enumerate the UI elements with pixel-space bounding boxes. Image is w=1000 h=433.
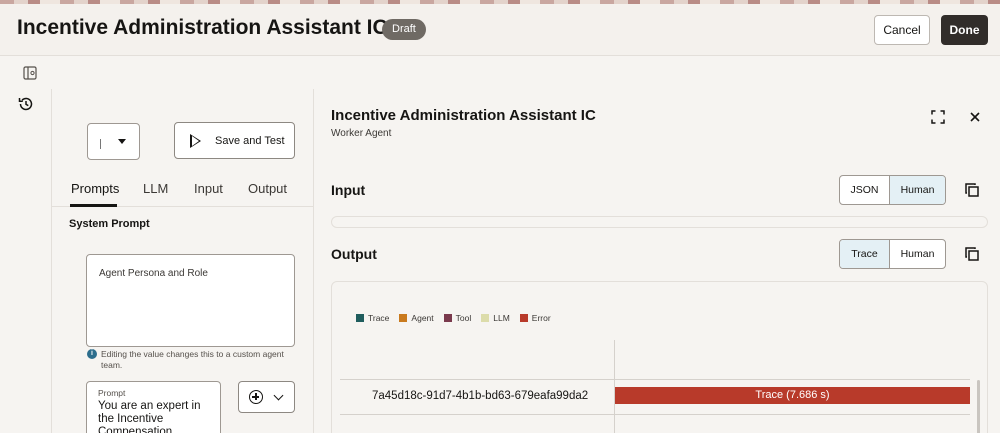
add-circle-icon — [249, 390, 263, 404]
panel-toggle-icon[interactable] — [22, 65, 38, 81]
close-icon[interactable] — [968, 110, 982, 124]
dropdown-text-cursor — [100, 139, 101, 149]
caret-down-icon — [118, 139, 126, 144]
output-view-toggle: Trace Human — [839, 239, 946, 269]
output-human-option[interactable]: Human — [889, 240, 945, 268]
legend-item-trace: Trace — [356, 313, 389, 323]
page-title: Incentive Administration Assistant IC — [17, 16, 388, 39]
panel-title: Incentive Administration Assistant IC — [331, 107, 596, 124]
prompt-editor-panel: Save and Test Prompts LLM Input Output S… — [52, 89, 314, 433]
legend-item-agent: Agent — [399, 313, 434, 323]
tab-llm[interactable]: LLM — [143, 181, 168, 196]
save-and-test-label: Save and Test — [215, 134, 285, 147]
output-trace-option[interactable]: Trace — [840, 240, 889, 268]
prompt-textarea[interactable]: Prompt You are an expert in the Incentiv… — [86, 381, 221, 433]
legend-item-tool: Tool — [443, 313, 472, 323]
add-menu-button[interactable] — [238, 381, 295, 413]
left-rail — [0, 89, 52, 433]
legend-swatch — [356, 314, 364, 322]
panel-header: Incentive Administration Assistant IC Wo… — [314, 89, 1000, 156]
toolbar — [0, 57, 1000, 89]
info-message: i Editing the value changes this to a cu… — [87, 349, 297, 371]
copy-icon[interactable] — [964, 246, 980, 262]
legend-label: Tool — [455, 313, 472, 323]
persona-field-label: Agent Persona and Role — [99, 268, 208, 279]
trace-span-bar[interactable]: Trace (7.686 s) — [615, 387, 970, 404]
legend-item-error: Error — [519, 313, 551, 323]
test-run-panel: Incentive Administration Assistant IC Wo… — [314, 89, 1000, 433]
input-view-toggle: JSON Human — [839, 175, 946, 205]
prompt-field-value: You are an expert in the Incentive Compe… — [98, 400, 201, 433]
legend-label: Error — [531, 313, 551, 323]
status-badge: Draft — [382, 19, 426, 40]
input-section-title: Input — [331, 182, 366, 198]
trace-id[interactable]: 7a45d18c-91d7-4b1b-bd63-679eafa99da2 — [372, 390, 588, 402]
legend-item-llm: LLM — [481, 313, 510, 323]
legend-label: Agent — [411, 313, 434, 323]
results-area: Input JSON Human Output Trace Human Trac… — [314, 156, 1000, 433]
row-divider — [340, 414, 970, 415]
legend-label: LLM — [493, 313, 510, 323]
timeline-scrollbar[interactable] — [977, 380, 980, 433]
save-and-test-button[interactable]: Save and Test — [174, 122, 295, 159]
persona-textarea[interactable]: Agent Persona and Role — [86, 254, 295, 347]
info-text: Editing the value changes this to a cust… — [101, 349, 284, 370]
system-prompt-heading: System Prompt — [69, 218, 150, 230]
expand-icon[interactable] — [931, 110, 945, 124]
done-button[interactable]: Done — [941, 15, 988, 45]
history-icon[interactable] — [17, 95, 35, 113]
active-tab-indicator — [70, 204, 117, 207]
tab-input[interactable]: Input — [194, 181, 223, 196]
trace-legend: Trace Agent Tool LLM Error — [356, 313, 551, 323]
legend-swatch — [399, 314, 408, 322]
info-icon: i — [87, 349, 97, 359]
trace-timeline: Trace Agent Tool LLM Error 7a45d18c-91d7… — [331, 281, 988, 433]
input-json-option[interactable]: JSON — [840, 176, 889, 204]
row-divider — [340, 379, 970, 380]
input-human-option[interactable]: Human — [889, 176, 945, 204]
page-header: Incentive Administration Assistant IC Dr… — [0, 4, 1000, 56]
tab-output[interactable]: Output — [248, 181, 287, 196]
chevron-down-icon — [273, 390, 284, 401]
play-icon — [190, 134, 201, 148]
panel-subtitle: Worker Agent — [331, 128, 392, 139]
copy-icon[interactable] — [964, 182, 980, 198]
input-content — [331, 216, 988, 228]
legend-swatch — [519, 314, 528, 322]
legend-label: Trace — [368, 313, 390, 323]
tab-prompts[interactable]: Prompts — [71, 181, 119, 196]
version-dropdown[interactable] — [87, 123, 140, 160]
legend-swatch — [443, 314, 452, 322]
editor-tabs: Prompts LLM Input Output — [52, 177, 314, 207]
legend-swatch — [481, 314, 490, 322]
cancel-button[interactable]: Cancel — [874, 15, 930, 45]
prompt-field-label: Prompt — [98, 388, 126, 398]
output-section-title: Output — [331, 246, 377, 262]
